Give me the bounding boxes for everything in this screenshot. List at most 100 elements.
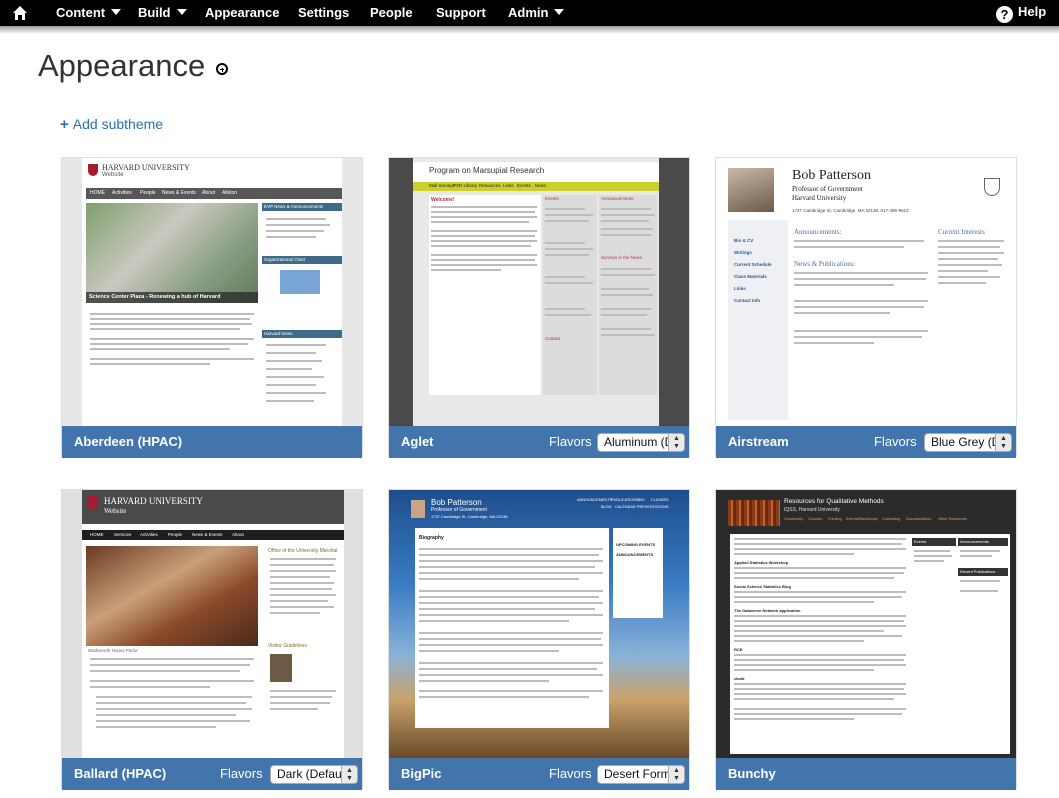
nav-build[interactable]: Build [138, 5, 187, 20]
help-link[interactable]: ? Help [996, 4, 1046, 23]
thumb-head: Surveys in the News [601, 255, 643, 260]
flavor-value: Blue Grey (D [931, 435, 1001, 449]
thumb-menu: Activities [140, 532, 158, 537]
thumb-menu: ANNOUNCEMENTS [577, 498, 613, 502]
theme-screenshot[interactable]: Bob Patterson Professor of Government Ha… [716, 158, 1016, 426]
nav-content[interactable]: Content [56, 5, 122, 20]
thumb-menu: Other Resources [938, 517, 967, 521]
shield-icon [88, 496, 98, 510]
nav-appearance[interactable]: Appearance [205, 5, 279, 20]
thumb-item: RCE [734, 647, 743, 652]
flavors-label: Flavors [220, 766, 263, 781]
thumb-link: Current Schedule [734, 262, 772, 267]
help-icon: ? [996, 6, 1013, 23]
theme-name: Aglet [401, 434, 434, 449]
theme-card-bunchy[interactable]: Resources for Qualitative Methods IQSS, … [715, 489, 1017, 790]
flavors-label: Flavors [549, 434, 592, 449]
theme-screenshot[interactable]: HARVARD UNIVERSITY Website HOME Activiti… [62, 158, 362, 426]
thumb-head: Welcome! [431, 197, 455, 203]
thumb-menu: Computing [882, 517, 901, 521]
thumb-menu: Community [784, 517, 804, 521]
thumb-menu: Events/Workshops [846, 517, 878, 521]
thumb-menu: PUBLICATIONS [611, 498, 639, 502]
thumb-role: Professor of Government [792, 185, 863, 193]
select-arrows-icon: ▲ ▼ [668, 766, 684, 783]
thumb-menu: Documentation [906, 517, 932, 521]
theme-bar: Aglet Flavors Aluminum (D ▲ ▼ [389, 426, 689, 458]
thumb-menu: BIO [638, 498, 645, 502]
theme-screenshot[interactable]: Bob Patterson Professor of Government 17… [389, 490, 689, 758]
theme-card-ballard[interactable]: HARVARD UNIVERSITY Website HOME Services… [61, 489, 363, 790]
select-arrows-icon: ▲ ▼ [668, 434, 684, 451]
chevron-down-icon [176, 9, 187, 15]
nav-settings[interactable]: Settings [298, 5, 349, 20]
flavor-select[interactable]: Desert Form ▲ ▼ [597, 765, 685, 784]
thumb-head: Organizational Chart [264, 257, 306, 262]
nav-people[interactable]: People [370, 5, 413, 20]
thumb-menu: BLOG [601, 505, 612, 509]
chevron-down-icon [111, 9, 122, 15]
nav-support[interactable]: Support [436, 5, 486, 20]
nav-admin[interactable]: Admin [508, 5, 565, 20]
theme-screenshot[interactable]: Program on Marsupial Research Mail Surve… [389, 158, 689, 426]
flavor-select[interactable]: Blue Grey (D ▲ ▼ [924, 433, 1012, 452]
thumb-head: Announcements [960, 539, 989, 544]
theme-bar: Airstream Flavors Blue Grey (D ▲ ▼ [716, 426, 1016, 458]
portrait [728, 168, 774, 212]
thumb-sub: Website [104, 507, 127, 515]
flavor-value: Desert Form [604, 767, 671, 781]
thumb-org: HARVARD UNIVERSITY [104, 496, 203, 506]
thumb-head: News & Publications: [794, 260, 856, 268]
flavors-label: Flavors [549, 766, 592, 781]
thumb-menu: Courses [808, 517, 823, 521]
thumb-menu: PRESENTATIONS [637, 505, 669, 509]
theme-card-bigpic[interactable]: Bob Patterson Professor of Government 17… [388, 489, 690, 790]
thumb-sub: IQSS, Harvard University [784, 507, 840, 513]
thumb-menu: Funding [828, 517, 842, 521]
thumb-menu: CALENDAR [615, 505, 636, 509]
thumb-head: EVP News & Announcements [264, 204, 324, 209]
theme-bar: BigPic Flavors Desert Form ▲ ▼ [389, 758, 689, 790]
theme-screenshot[interactable]: Resources for Qualitative Methods IQSS, … [716, 490, 1016, 758]
theme-name: BigPic [401, 766, 442, 781]
add-subtheme-link[interactable]: + Add subtheme [60, 116, 163, 133]
thumb-head: Contact [545, 336, 561, 341]
thumb-title: Program on Marsupial Research [429, 166, 545, 175]
theme-card-aberdeen[interactable]: HARVARD UNIVERSITY Website HOME Activiti… [61, 157, 363, 458]
thumb-item: Social Science Statistics Blog [734, 584, 791, 589]
flavor-select[interactable]: Aluminum (D ▲ ▼ [597, 433, 685, 452]
admin-toolbar: Content Build Appearance Settings People… [0, 0, 1059, 34]
theme-screenshot[interactable]: HARVARD UNIVERSITY Website HOME Services… [62, 490, 362, 758]
thumb-menu: Resources [479, 183, 501, 188]
thumb-addr: 1737 Cambridge St, Cambridge, MA 02138 [431, 514, 508, 519]
theme-card-aglet[interactable]: Program on Marsupial Research Mail Surve… [388, 157, 690, 458]
add-shortcut-icon[interactable] [216, 63, 228, 75]
thumb-menu: Events [517, 183, 531, 188]
help-label: Help [1018, 4, 1047, 19]
thumb-link: Class Materials [734, 274, 767, 279]
theme-name: Airstream [728, 434, 789, 449]
shield-icon [984, 178, 1000, 196]
thumb-menu: News & Events [162, 190, 196, 196]
thumb-sub: Website [102, 172, 124, 178]
thumb-menu: Services [114, 532, 132, 537]
thumb-menu: News [535, 183, 547, 188]
select-arrows-icon: ▲ ▼ [341, 766, 357, 783]
theme-card-airstream[interactable]: Bob Patterson Professor of Government Ha… [715, 157, 1017, 458]
thumb-item: The Dataverse Network application [734, 608, 801, 613]
thumb-item: zlodd [734, 676, 745, 681]
flavor-select[interactable]: Dark (Defau ▲ ▼ [270, 765, 358, 784]
thumb-head: Announcements: [794, 228, 842, 236]
add-subtheme-label: Add subtheme [72, 116, 164, 132]
thumb-menu: About [232, 532, 244, 537]
thumb-menu: HOME [90, 532, 104, 537]
plus-icon: + [60, 116, 69, 133]
thumb-menu: About [202, 190, 216, 196]
thumb-head: Announcements [601, 196, 634, 201]
home-icon[interactable] [12, 5, 28, 21]
thumb-link: Contact Info [734, 298, 761, 303]
thumb-menu: Allston [222, 190, 238, 196]
shield-icon [88, 164, 98, 176]
thumb-head: Biography [419, 535, 444, 541]
thumb-head: Events [914, 539, 927, 544]
